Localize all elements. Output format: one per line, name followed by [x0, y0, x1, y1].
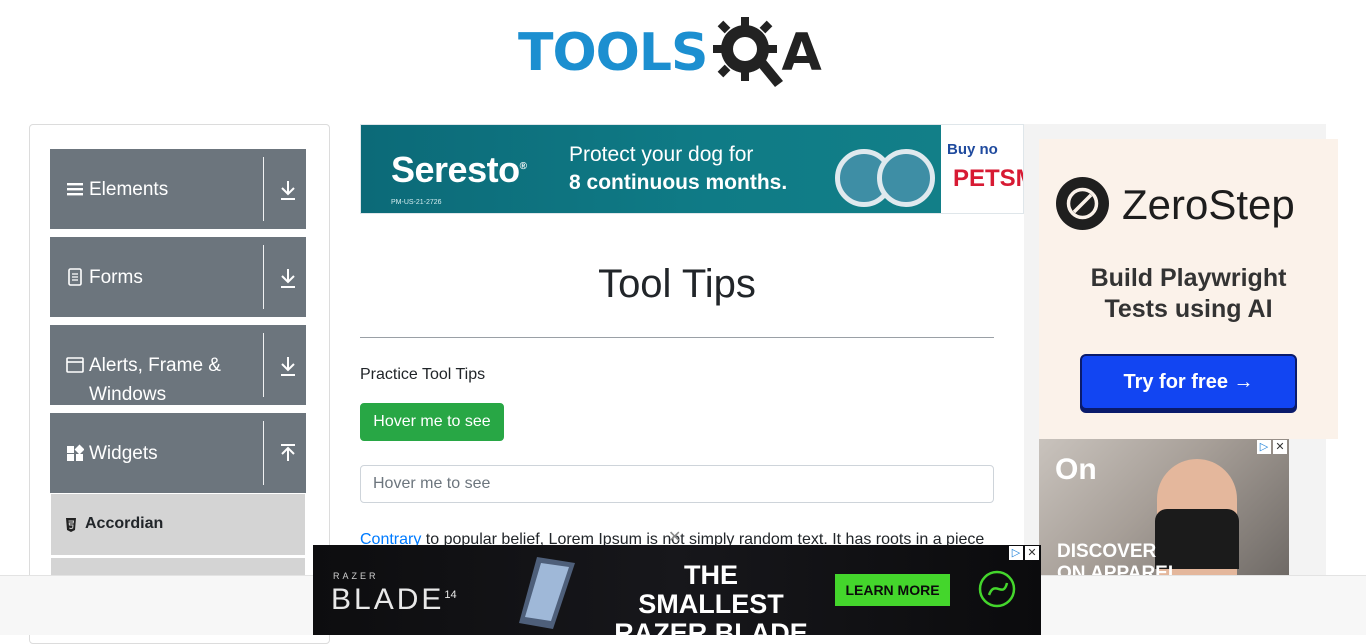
title-divider — [360, 337, 994, 338]
zerostep-tagline: Build Playwright Tests using AI — [1090, 264, 1287, 323]
close-icon[interactable]: ✕ — [668, 527, 681, 547]
divider — [263, 245, 264, 309]
sidebar-item-label: Accordian — [85, 515, 164, 532]
ad-headline-1: Protect your dog for — [569, 143, 754, 166]
ad-side-cta: Buy no — [947, 141, 998, 158]
razer-headline: THE SMALLEST RAZER BLADE — [614, 560, 808, 636]
widgets-grid-icon — [67, 444, 84, 461]
toolsqa-logo[interactable]: TOOLS A — [518, 14, 843, 92]
download-arrow-icon — [281, 357, 295, 376]
gear-magnifier-icon — [713, 17, 784, 87]
sidebar-group-label: Widgets — [89, 443, 158, 464]
divider — [263, 333, 264, 397]
zerostep-logo-icon — [1056, 177, 1109, 230]
sidebar-group-label: Alerts, Frame & Windows — [89, 355, 221, 405]
ad-side-panel: Buy no PETSM — [941, 125, 1023, 213]
zerostep-name: ZeroStep — [1122, 181, 1295, 228]
practice-label: Practice Tool Tips — [360, 366, 486, 383]
logo-text: TOOLS — [518, 23, 708, 83]
seresto-ad-banner[interactable]: Seresto® PM-US-21-2726 Protect your dog … — [360, 124, 1024, 214]
upload-arrow-icon — [281, 444, 295, 461]
learn-more-button[interactable]: LEARN MORE — [835, 574, 950, 606]
collar-image — [877, 149, 935, 207]
ad-brand: Seresto® — [391, 149, 527, 190]
laptop-image — [519, 557, 575, 629]
hover-tooltip-input[interactable] — [360, 465, 994, 503]
sidebar-group-widgets[interactable]: Widgets — [50, 413, 306, 493]
sidebar-group-forms[interactable]: Forms — [50, 237, 306, 317]
sidebar-group-alerts-frame-windows[interactable]: Alerts, Frame & Windows — [50, 325, 306, 405]
ad-main-panel: Seresto® PM-US-21-2726 Protect your dog … — [361, 125, 941, 213]
on-ad-text: DISCOVER ON APPAREL — [1057, 541, 1180, 575]
razer-brand: RAZER — [333, 571, 379, 581]
page-title: Tool Tips — [598, 262, 756, 306]
ad-fine-print: PM-US-21-2726 — [391, 199, 442, 206]
close-icon[interactable]: ✕ — [1273, 440, 1287, 454]
adchoices-icon[interactable]: ▷ — [1257, 440, 1271, 454]
hover-tooltip-button[interactable]: Hover me to see — [360, 403, 504, 441]
download-arrow-icon — [281, 269, 295, 288]
sidebar-group-label: Elements — [89, 179, 169, 200]
razer-product: BLADE14 — [331, 583, 457, 616]
razer-snake-logo-icon — [978, 570, 1016, 608]
sidebar-item-accordian[interactable]: Accordian — [51, 494, 305, 556]
divider — [263, 157, 264, 221]
razer-blade-ad[interactable]: RAZER BLADE14 THE SMALLEST RAZER BLADE LE… — [313, 545, 1041, 635]
left-sidebar: Elements Forms Alerts, Frame & Windows W… — [29, 124, 330, 644]
on-apparel-ad[interactable]: On DISCOVER ON APPAREL — [1039, 439, 1289, 575]
sidebar-group-elements[interactable]: Elements — [50, 149, 306, 229]
on-logo: On — [1055, 453, 1097, 486]
ad-headline-2: 8 continuous months. — [569, 171, 788, 194]
document-icon — [68, 268, 82, 286]
download-arrow-icon — [281, 181, 295, 200]
sidebar-group-label: Forms — [89, 267, 143, 288]
logo-suffix: A — [781, 23, 822, 83]
window-icon — [66, 357, 84, 373]
hamburger-icon — [67, 183, 83, 196]
zerostep-ad[interactable]: ZeroStep Build Playwright Tests using AI … — [1039, 139, 1338, 439]
close-icon[interactable]: ✕ — [1025, 546, 1039, 560]
ad-side-store: PETSM — [953, 165, 1023, 192]
divider — [263, 421, 264, 485]
html-icon — [66, 518, 76, 532]
try-for-free-button[interactable]: Try for free → — [1080, 354, 1297, 410]
adchoices-icon[interactable]: ▷ — [1009, 546, 1023, 560]
